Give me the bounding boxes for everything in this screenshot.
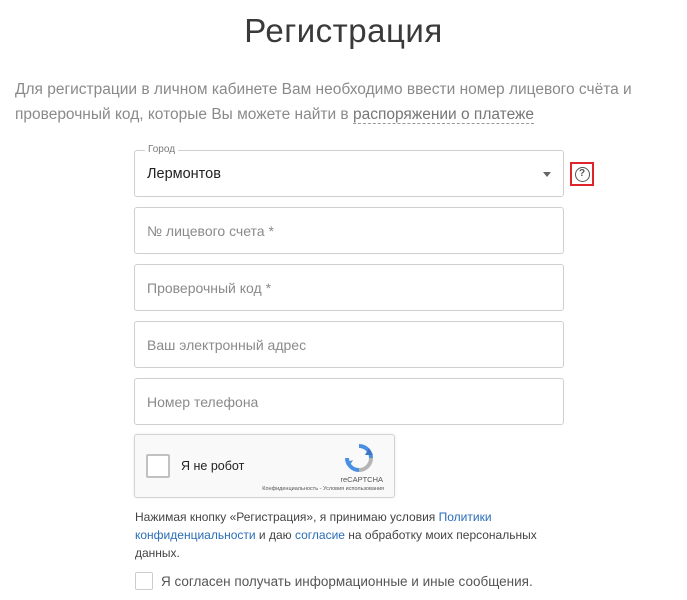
recaptcha-logo-icon bbox=[345, 444, 373, 472]
recaptcha-widget: Я не робот reCAPTCHA Конфиденциальность … bbox=[134, 434, 395, 498]
consent-link[interactable]: согласие bbox=[295, 528, 345, 542]
phone-field-wrap bbox=[134, 378, 564, 425]
phone-input[interactable] bbox=[135, 379, 563, 424]
verification-code-field-wrap bbox=[134, 264, 564, 311]
recaptcha-checkbox[interactable] bbox=[146, 454, 170, 478]
city-select[interactable]: Город Лермонтов bbox=[134, 144, 564, 197]
recaptcha-links: Конфиденциальность - Условия использован… bbox=[262, 486, 384, 492]
registration-page: Регистрация Для регистрации в личном каб… bbox=[0, 0, 687, 600]
recaptcha-terms-link[interactable]: Условия использования bbox=[323, 486, 384, 492]
page-title: Регистрация bbox=[244, 12, 443, 49]
question-circle-icon: ? bbox=[574, 166, 590, 182]
city-select-label: Город bbox=[145, 144, 179, 155]
account-number-input[interactable] bbox=[135, 208, 563, 253]
consent-text: Нажимая кнопку «Регистрация», я принимаю… bbox=[135, 508, 555, 562]
dropdown-arrow-icon bbox=[543, 172, 551, 177]
payment-order-link[interactable]: распоряжении о платеже bbox=[352, 106, 535, 124]
agree-messages-checkbox[interactable] bbox=[135, 572, 153, 590]
recaptcha-brand: reCAPTCHA bbox=[340, 475, 383, 484]
consent-part-2: и даю bbox=[255, 528, 295, 542]
city-select-value: Лермонтов bbox=[147, 166, 221, 182]
agree-messages-label[interactable]: Я согласен получать информационные и ины… bbox=[161, 574, 533, 589]
agree-messages-row: Я согласен получать информационные и ины… bbox=[135, 571, 533, 591]
city-help-button[interactable]: ? bbox=[570, 162, 594, 186]
email-input[interactable] bbox=[135, 322, 563, 367]
email-field-wrap bbox=[134, 321, 564, 368]
consent-part-1: Нажимая кнопку «Регистрация», я принимаю… bbox=[135, 510, 439, 524]
recaptcha-privacy-link[interactable]: Конфиденциальность bbox=[262, 486, 318, 492]
intro-text-body: Для регистрации в личном кабинете Вам не… bbox=[15, 81, 632, 123]
account-number-field-wrap bbox=[134, 207, 564, 254]
intro-text: Для регистрации в личном кабинете Вам не… bbox=[15, 77, 685, 127]
recaptcha-label: Я не робот bbox=[181, 459, 245, 473]
verification-code-input[interactable] bbox=[135, 265, 563, 310]
